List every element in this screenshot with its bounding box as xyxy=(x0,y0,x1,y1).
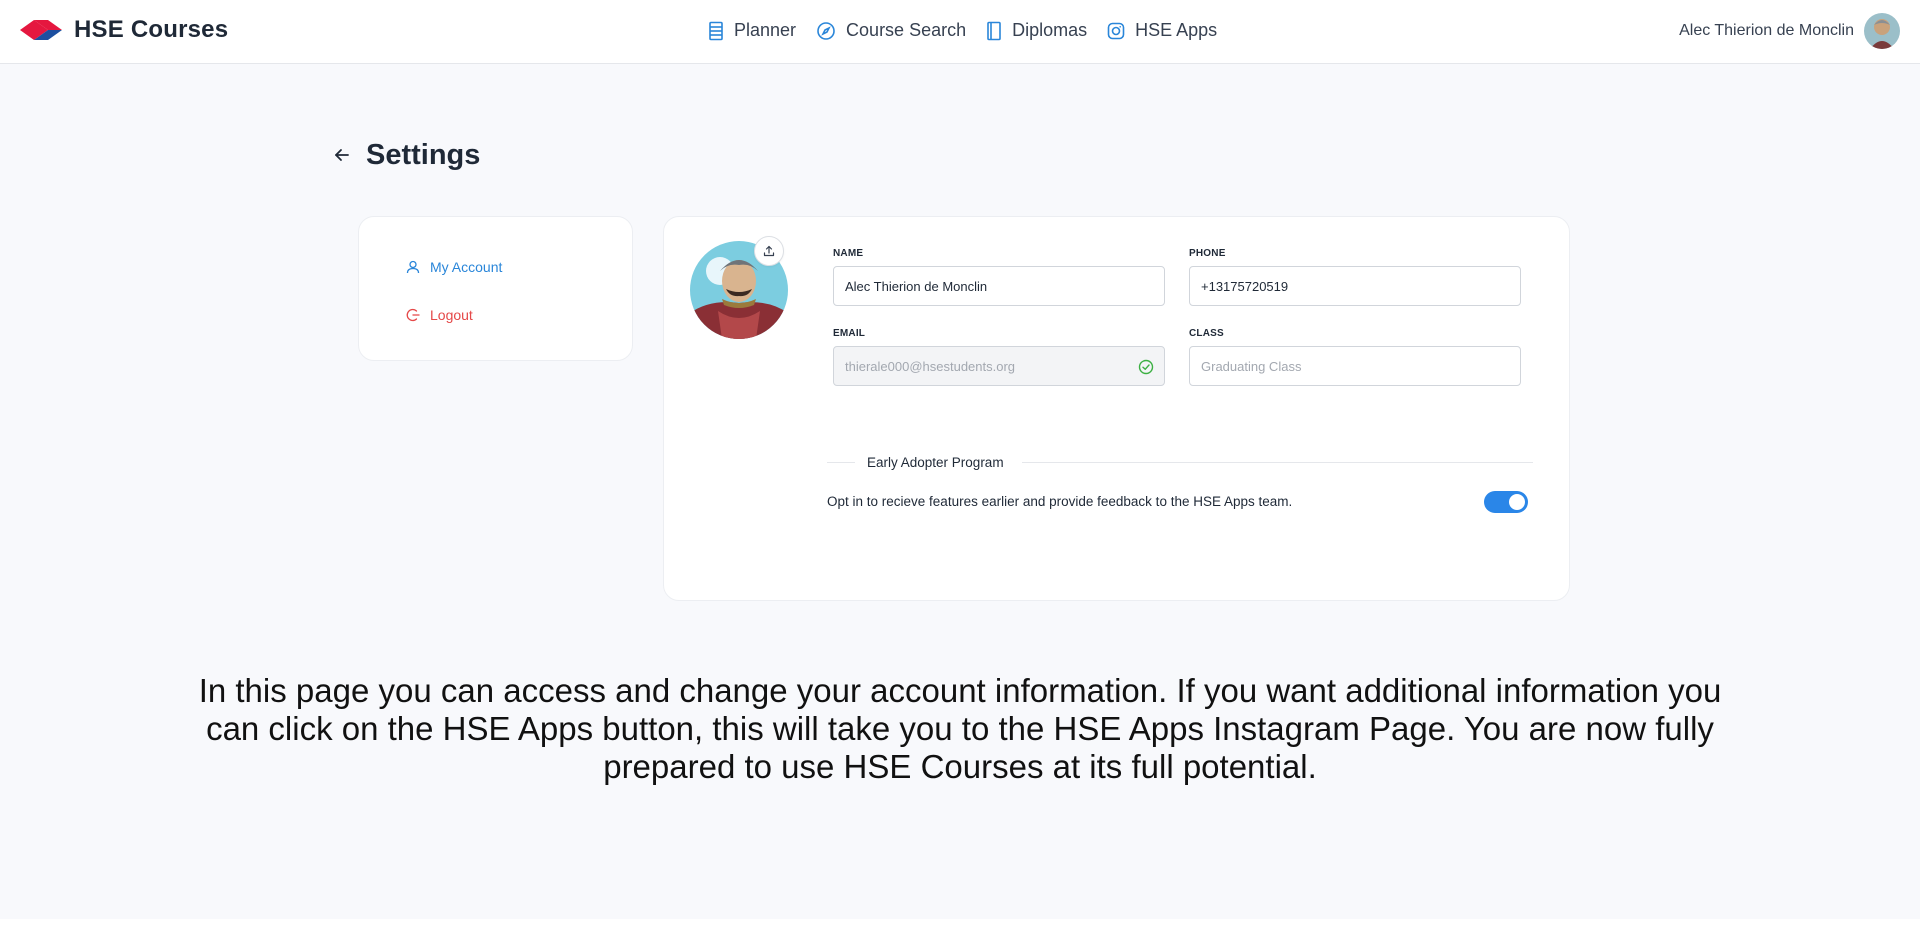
sidebar-item-logout[interactable]: Logout xyxy=(406,307,473,323)
early-adopter-toggle[interactable] xyxy=(1484,491,1528,513)
book-icon xyxy=(987,21,1001,40)
planner-icon xyxy=(709,21,723,40)
upload-icon xyxy=(763,245,775,257)
settings-menu-card: My Account Logout xyxy=(358,216,633,361)
name-label: NAME xyxy=(833,248,864,259)
phone-field[interactable] xyxy=(1189,266,1521,306)
logout-icon xyxy=(406,308,420,322)
back-arrow-icon[interactable] xyxy=(332,145,352,165)
user-icon xyxy=(406,260,420,274)
avatar-image xyxy=(1864,13,1900,49)
bottom-strip xyxy=(0,919,1920,932)
class-label: CLASS xyxy=(1189,328,1224,339)
name-field[interactable] xyxy=(833,266,1165,306)
sidebar-item-label: Logout xyxy=(430,307,473,323)
email-label: EMAIL xyxy=(833,328,866,339)
upload-photo-button[interactable] xyxy=(754,236,784,266)
page-title: Settings xyxy=(366,139,481,171)
tutorial-caption: In this page you can access and change y… xyxy=(198,672,1722,785)
email-value: thierale000@hsestudents.org xyxy=(845,358,1016,374)
nav-planner[interactable]: Planner xyxy=(708,20,796,41)
sidebar-item-label: My Account xyxy=(430,259,503,275)
divider-line-right xyxy=(1022,462,1533,463)
main-nav: Planner Course Search Diplomas HSE Apps xyxy=(708,20,1237,41)
nav-course-search[interactable]: Course Search xyxy=(816,20,966,41)
name-input[interactable] xyxy=(845,278,1153,294)
content-area: Settings My Account Logout NAME Alec Thi… xyxy=(0,64,1920,919)
class-input[interactable] xyxy=(1201,358,1509,374)
email-field: thierale000@hsestudents.org xyxy=(833,346,1165,386)
account-settings-card: NAME PHONE EMAIL thierale000@hsestudents… xyxy=(663,216,1570,601)
nav-planner-label: Planner xyxy=(734,20,797,40)
user-name: Alec Thierion de Monclin xyxy=(1679,22,1854,39)
nav-hse-apps[interactable]: HSE Apps xyxy=(1107,20,1217,41)
early-adopter-heading: Early Adopter Program xyxy=(867,455,1004,470)
top-navigation-bar: HSE Courses Planner Course Search Diplom… xyxy=(0,0,1920,64)
sidebar-item-my-account[interactable]: My Account xyxy=(406,259,502,275)
user-menu[interactable]: Alec Thierion de Monclin xyxy=(1679,13,1900,49)
avatar[interactable] xyxy=(1864,13,1900,49)
brand-logo-link[interactable]: HSE Courses xyxy=(20,16,228,44)
phone-input[interactable] xyxy=(1201,278,1509,294)
nav-course-search-label: Course Search xyxy=(846,20,967,40)
phone-label: PHONE xyxy=(1189,248,1226,259)
brand-name: HSE Courses xyxy=(74,16,229,43)
early-adopter-divider: Early Adopter Program xyxy=(827,455,1533,470)
compass-icon xyxy=(817,21,835,40)
hse-logo-icon xyxy=(20,20,62,40)
divider-line-left xyxy=(827,462,855,463)
nav-diplomas[interactable]: Diplomas xyxy=(986,20,1087,41)
instagram-icon xyxy=(1107,22,1125,39)
early-adopter-description: Opt in to recieve features earlier and p… xyxy=(827,494,1293,509)
nav-hse-apps-label: HSE Apps xyxy=(1135,20,1218,40)
toggle-knob xyxy=(1509,494,1525,510)
nav-diplomas-label: Diplomas xyxy=(1012,20,1088,40)
verified-check-icon xyxy=(1138,359,1154,375)
class-field[interactable] xyxy=(1189,346,1521,386)
